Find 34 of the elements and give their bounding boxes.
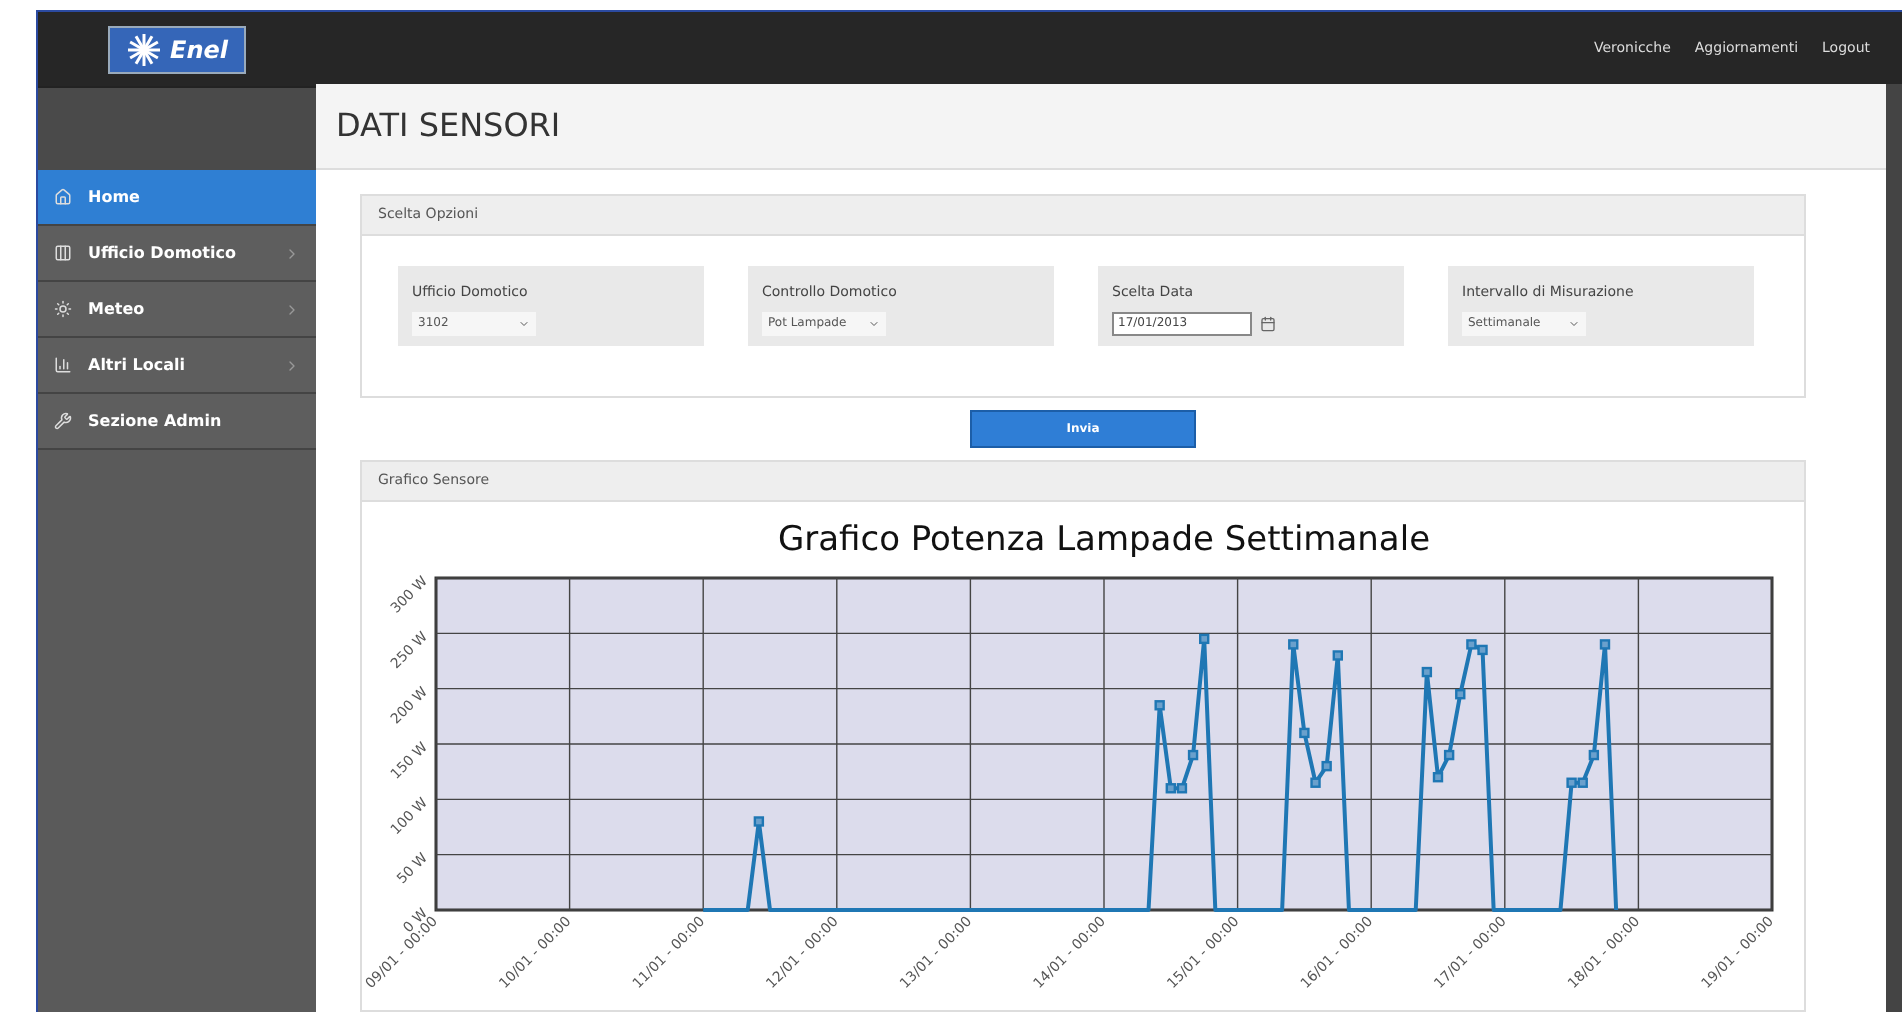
data-point xyxy=(1309,777,1320,788)
data-point xyxy=(1287,639,1298,650)
caret-icon xyxy=(1568,317,1580,329)
bar-chart-icon xyxy=(54,356,72,374)
data-point xyxy=(1198,633,1209,645)
starburst-icon xyxy=(126,31,162,67)
data-point xyxy=(1186,749,1198,761)
caret-icon xyxy=(868,317,880,329)
scrollbar[interactable] xyxy=(1886,84,1902,1012)
home-icon xyxy=(54,188,72,206)
data-point xyxy=(1431,772,1443,783)
data-point xyxy=(1454,689,1465,700)
wrench-icon xyxy=(54,412,72,430)
data-point xyxy=(1587,749,1599,761)
data-point xyxy=(1442,749,1454,761)
data-point xyxy=(752,816,764,827)
sidebar-item[interactable]: Ufficio Domotico xyxy=(38,226,316,282)
logo: Enel xyxy=(108,25,246,73)
calendar-icon[interactable] xyxy=(1260,315,1276,331)
columns-icon xyxy=(54,244,72,262)
sidebar-item[interactable]: Home xyxy=(38,170,316,226)
data-point xyxy=(1598,639,1610,650)
caret-icon xyxy=(518,317,530,329)
data-point xyxy=(1153,700,1164,711)
data-point xyxy=(1320,760,1331,772)
data-point xyxy=(1420,666,1432,678)
chart-title: Grafico Potenza Lampade Settimanale xyxy=(776,520,1430,560)
data-point xyxy=(1331,650,1342,661)
data-point xyxy=(1298,727,1309,739)
sidebar-item[interactable]: Meteo xyxy=(38,282,316,338)
sidebar-item[interactable]: Sezione Admin xyxy=(38,394,316,450)
page-title: DATI SENSORI xyxy=(336,104,561,148)
sun-icon xyxy=(54,300,72,318)
sidebar-item[interactable]: Altri Locali xyxy=(38,338,316,394)
